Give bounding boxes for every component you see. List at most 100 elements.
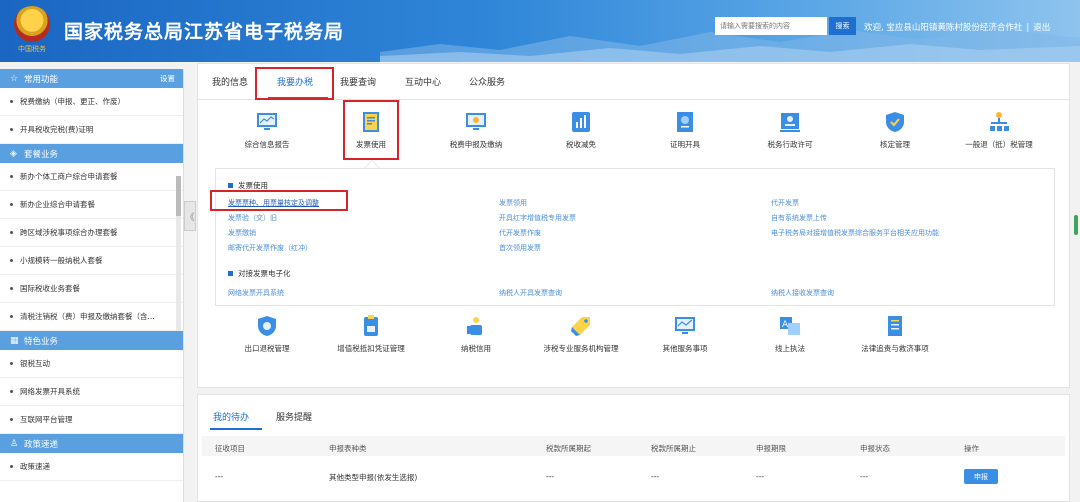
logout-link[interactable]: 退出 [1033,23,1050,33]
table-cell: --- [546,472,555,481]
table-cell: --- [215,472,224,481]
highlight-box-tab [255,67,334,100]
link-invoice-return-old[interactable]: 发票验（交）旧 [228,213,277,223]
sidebar-scrollbar[interactable] [176,176,181,331]
tax-emblem-icon [14,6,50,42]
sidebar-section-policy[interactable]: ♙ 政策速递 [0,434,183,453]
sidebar-item-label: 银税互动 [20,359,50,368]
sidebar-item[interactable]: 小规模转一般纳税人套餐 [0,247,183,275]
search-button[interactable]: 搜索 [829,17,856,35]
sidebar-item-label: 清税注销税（费）申报及缴纳套餐（含... [20,312,155,321]
grid-item-info-report[interactable]: 综合信息报告 [224,110,310,150]
bullet-icon [10,231,13,234]
link-first-invoice[interactable]: 首次领用发票 [499,243,541,253]
bullet-icon [10,390,13,393]
link-proxy-invoice-void[interactable]: 代开发票作废 [499,228,541,238]
bullet-icon [10,203,13,206]
section-marker-icon [228,183,233,188]
link-invoice-cancel[interactable]: 发票缴销 [228,228,256,238]
star-icon: ☆ [10,73,19,84]
monitor-chart-icon [257,113,277,130]
grid-item-legal-remedy[interactable]: 法律追责与救济事项 [852,314,938,354]
file-report-button[interactable]: 申报 [964,469,998,484]
sidebar-item[interactable]: 跨区域涉税事项综合办理套餐 [0,219,183,247]
link-mail-proxy-void[interactable]: 邮寄代开发票作废（红冲） [228,243,312,253]
page-title: 国家税务总局江苏省电子税务局 [64,21,345,43]
thumbs-up-icon [467,317,482,335]
sidebar-item[interactable]: 清税注销税（费）申报及缴纳套餐（含... [0,303,183,331]
link-self-system-upload[interactable]: 自有系统发票上传 [771,213,827,223]
clipboard-icon [364,315,378,336]
grid-item-label: 一般退（抵）税管理 [965,140,1033,149]
emblem-caption: 中国税务 [18,45,46,53]
link-proxy-invoice[interactable]: 代开发票 [771,198,799,208]
monitor-icon [675,317,695,334]
submenu-pointer [364,160,380,168]
sidebar-item[interactable]: 税费缴纳（申报、更正、作废） [0,88,183,116]
sidebar-item-label: 新办企业综合申请套餐 [20,200,95,209]
section-title: 常用功能 [24,74,59,85]
tab-query[interactable]: 我要查询 [340,75,376,88]
grid-item-export-refund[interactable]: 出口退税管理 [224,314,310,354]
grid-item-tax-reduction[interactable]: 税收减免 [538,110,624,150]
bullet-icon [10,465,13,468]
sidebar-item[interactable]: 网络发票开具系统 [0,378,183,406]
sidebar-section-common[interactable]: ☆ 常用功能 设置 [0,69,183,88]
collapse-sidebar-button[interactable]: 《 [184,201,196,231]
shield-check-icon [258,316,276,336]
hierarchy-icon [990,112,1009,131]
grid-item-admin-permit[interactable]: 税务行政许可 [747,110,833,150]
grid-item-label: 增值税抵扣凭证管理 [337,344,405,353]
sidebar-item[interactable]: 互联网平台管理 [0,406,183,434]
grid-item-label: 税收减免 [566,140,596,149]
link-issued-invoice-query[interactable]: 纳税人开具发票查询 [499,288,562,298]
sidebar-section-packages[interactable]: ◈ 套餐业务 [0,144,183,163]
grid-item-refund[interactable]: 一般退（抵）税管理 [956,110,1042,150]
grid-item-label: 线上执法 [775,344,805,353]
page-scrollbar[interactable] [1074,215,1078,235]
bullet-icon [10,259,13,262]
active-tab-indicator [210,428,262,430]
site-header: 中国税务 国家税务总局江苏省电子税务局 搜索 欢迎, 宝应县山阳镇黄陈村股份经济… [0,0,1080,62]
sidebar-item-label: 跨区域涉税事项综合办理套餐 [20,228,118,237]
grid-item-tax-credit[interactable]: 纳税信用 [433,314,519,354]
sidebar-item[interactable]: 政策速递 [0,453,183,481]
sidebar-section-special[interactable]: ▦ 特色业务 [0,331,183,350]
table-header: 税款所属期止 [651,444,696,453]
sidebar-item[interactable]: 国际税收业务套餐 [0,275,183,303]
table-cell: --- [651,472,660,481]
grid-item-tax-agency[interactable]: 涉税专业服务机构管理 [538,314,624,354]
grid-item-label: 纳税信用 [461,344,491,353]
tab-interaction[interactable]: 互动中心 [405,75,441,88]
grid-item-tax-filing[interactable]: 税费申报及缴纳 [433,110,519,150]
shield-icon [886,112,904,132]
grid-item-certificate[interactable]: 证明开具 [642,110,728,150]
search-input[interactable] [715,17,827,35]
tab-service-reminder[interactable]: 服务提醒 [276,410,312,423]
tab-my-todo[interactable]: 我的待办 [213,410,249,423]
link-red-vat-invoice[interactable]: 开具红字增值税专用发票 [499,213,576,223]
grid-item-online-enforcement[interactable]: A 线上执法 [747,314,833,354]
link-vat-platform-integration[interactable]: 电子税务局对接增值税发票综合服务平台相关应用功能 [771,228,939,238]
tab-public-service[interactable]: 公众服务 [469,75,505,88]
sidebar-item[interactable]: 银税互动 [0,350,183,378]
link-invoice-collect[interactable]: 发票领用 [499,198,527,208]
settings-link[interactable]: 设置 [160,73,175,84]
welcome-text: 欢迎, 宝应县山阳镇黄陈村股份经济合作社 [864,23,1023,33]
grid-item-label: 出口退税管理 [244,344,290,353]
sidebar-item[interactable]: 新办个体工商户综合申请套餐 [0,163,183,191]
grid-item-verification[interactable]: 核定管理 [852,110,938,150]
bar-chart-icon [572,112,590,132]
link-online-invoice-system[interactable]: 网络发票开具系统 [228,288,284,298]
tab-my-info[interactable]: 我的信息 [212,75,248,88]
sidebar-item[interactable]: 新办企业综合申请套餐 [0,191,183,219]
invoice-submenu-panel: 发票使用 发票票种、用票量核定及调整 发票领用 代开发票 发票验（交）旧 开具红… [215,168,1055,306]
link-received-invoice-query[interactable]: 纳税人接收发票查询 [771,288,834,298]
grid-item-other-services[interactable]: 其他服务事项 [642,314,728,354]
scrollbar-thumb[interactable] [176,176,181,216]
section-title-electronic: 对接发票电子化 [228,268,291,279]
sidebar-item[interactable]: 开具税收完税(费)证明 [0,116,183,144]
grid-item-vat-deduction[interactable]: 增值税抵扣凭证管理 [328,314,414,354]
todo-panel: 我的待办 服务提醒 征收项目 申报表种类 税款所属期起 税款所属期止 申报期限 … [197,394,1070,502]
bullet-icon [10,418,13,421]
